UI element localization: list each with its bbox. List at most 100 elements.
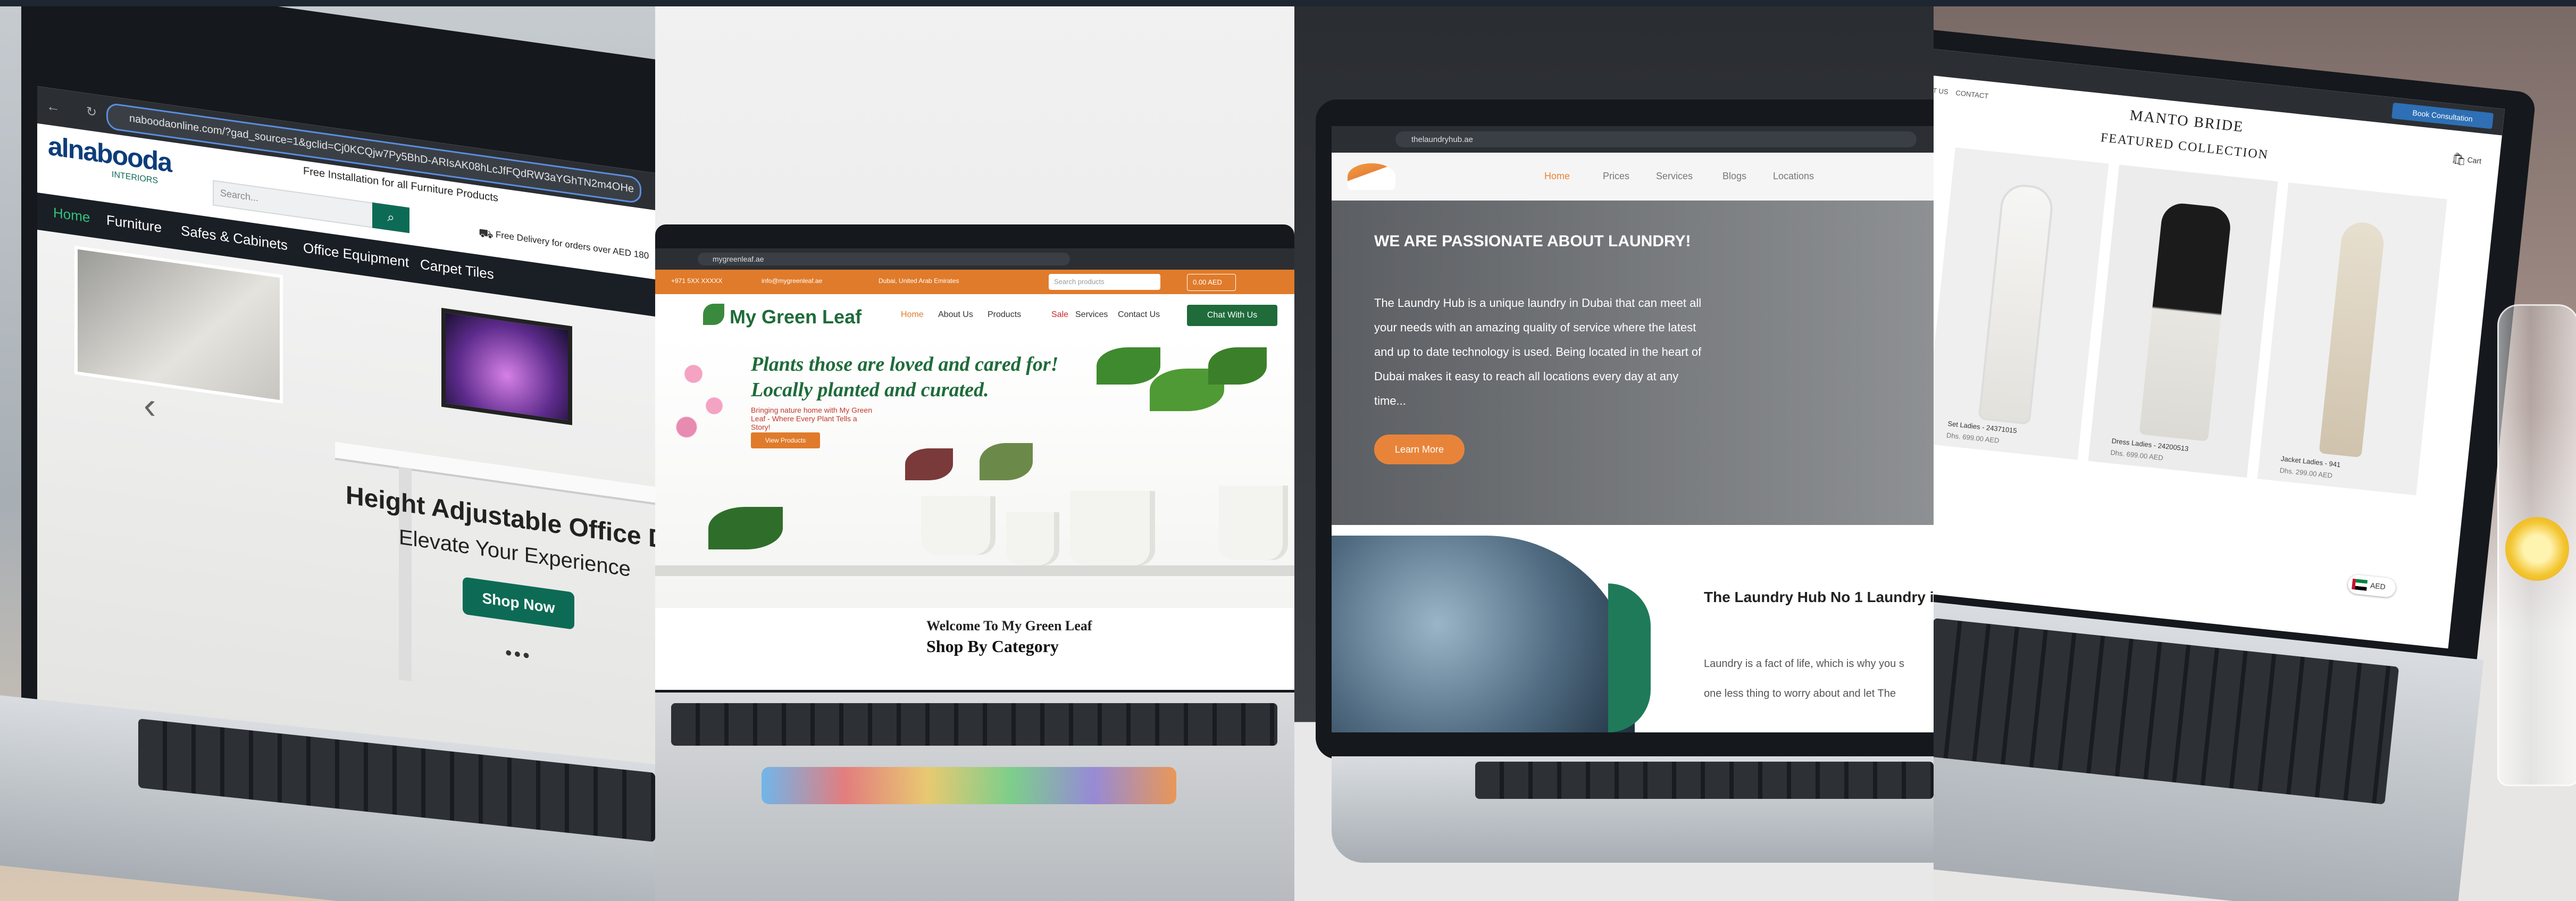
- search-placeholder: Search products: [1054, 278, 1105, 286]
- plant-pot: [1219, 486, 1288, 560]
- lemon-slice: [2505, 517, 2569, 581]
- product-price: Dhs. 299.00 AED: [2279, 466, 2333, 480]
- accent-arc: [1608, 583, 1651, 732]
- address-bar[interactable]: thelaundryhub.ae: [1395, 131, 1917, 147]
- site-header: My Green Leaf Home About Us Products Sal…: [655, 294, 1294, 337]
- book-consultation-label: Book Consultation: [2412, 108, 2473, 123]
- product-price: Dhs. 699.00 AED: [1946, 431, 2000, 445]
- panel-alnabooda: ← ↻ naboodaonline.com/?gad_source=1&gcli…: [0, 6, 655, 901]
- cart-icon[interactable]: 🛍: [2450, 152, 2467, 167]
- product-price: Dhs. 699.00 AED: [2110, 448, 2164, 462]
- flowers-decoration: [666, 342, 735, 448]
- nav-office[interactable]: Office Equipment: [303, 239, 409, 271]
- section-line-1: Laundry is a fact of life, which is why …: [1704, 658, 1904, 670]
- product-image: [2139, 201, 2232, 441]
- product-card[interactable]: Jacket Ladies - 941 Dhs. 299.00 AED: [2257, 182, 2447, 496]
- chevron-left-icon[interactable]: ‹: [144, 383, 156, 427]
- product-name: Jacket Ladies - 941: [2280, 454, 2341, 469]
- currency-label: AED: [2370, 581, 2386, 591]
- category-title: Shop By Category: [926, 637, 1059, 656]
- search-button[interactable]: ⌕: [372, 202, 409, 233]
- plant-leaf: [980, 443, 1033, 480]
- search-input[interactable]: Search products: [1049, 274, 1160, 290]
- search-icon: ⌕: [387, 210, 395, 226]
- hero-line-4: Dubai makes it easy to reach all locatio…: [1374, 370, 1679, 383]
- plant-leaf: [708, 507, 783, 549]
- cart-label[interactable]: Cart: [2467, 155, 2482, 165]
- nav-safes[interactable]: Safes & Cabinets: [181, 222, 288, 254]
- nav-furniture[interactable]: Furniture: [106, 212, 162, 236]
- cart-button[interactable]: 0.00 AED: [1187, 274, 1236, 291]
- collage: ← ↻ naboodaonline.com/?gad_source=1&gcli…: [0, 0, 2576, 901]
- product-card[interactable]: Set Ladies - 24371015 Dhs. 699.00 AED: [1934, 147, 2109, 460]
- hero-line-3: and up to date technology is used. Being…: [1374, 345, 1702, 358]
- nav-contact[interactable]: CONTACT: [1955, 89, 1989, 100]
- nav-home[interactable]: Home: [1544, 171, 1570, 182]
- top-email[interactable]: info@mygreenleaf.ae: [762, 277, 822, 285]
- product-card[interactable]: Dress Ladies - 24200513 Dhs. 699.00 AED: [2088, 164, 2278, 478]
- hero-line-2: Locally planted and curated.: [751, 379, 989, 401]
- delivery-banner: Free Delivery for orders over AED 180: [496, 229, 649, 261]
- section-title: The Laundry Hub No 1 Laundry in: [1704, 589, 1934, 605]
- nav-prices[interactable]: Prices: [1603, 171, 1629, 182]
- plant-pot: [921, 496, 996, 555]
- address-bar[interactable]: mygreenleaf.ae: [698, 253, 1070, 265]
- hero-title: WE ARE PASSIONATE ABOUT LAUNDRY!: [1374, 232, 1691, 250]
- wall-painting: [74, 245, 283, 404]
- nav-home[interactable]: Home: [901, 310, 924, 320]
- logo[interactable]: [1348, 163, 1395, 190]
- shop-now-label: Shop Now: [482, 589, 555, 616]
- shop-now-button[interactable]: Shop Now: [463, 577, 574, 630]
- nav-sale[interactable]: Sale: [1051, 310, 1068, 320]
- site-header: Home Prices Services Blogs Locations: [1332, 153, 1934, 201]
- currency-chip[interactable]: AED: [2347, 574, 2397, 598]
- hero-small: Bringing nature home with My Green Leaf …: [751, 406, 872, 431]
- plant-leaf: [1097, 347, 1160, 385]
- chat-with-us-button[interactable]: Chat With Us: [1187, 305, 1277, 326]
- panel-greenleaf: mygreenleaf.ae +971 5XX XXXXX info@mygre…: [655, 6, 1294, 901]
- brand-logo[interactable]: MANTO BRIDE: [2129, 107, 2244, 136]
- browser-screen: mygreenleaf.ae +971 5XX XXXXX info@mygre…: [655, 248, 1294, 690]
- nav-services[interactable]: Services: [1656, 171, 1693, 182]
- nav-blogs[interactable]: Blogs: [1722, 171, 1746, 182]
- nav-about[interactable]: About Us: [938, 310, 973, 320]
- browser-screen: Book Consultation JT US CONTACT MANTO BR…: [1934, 49, 2505, 649]
- shelf: [655, 565, 1294, 576]
- nav-carpet[interactable]: Carpet Tiles: [420, 256, 494, 282]
- hero-line-5: time...: [1374, 394, 1406, 407]
- browser-toolbar: thelaundryhub.ae: [1332, 126, 1934, 153]
- learn-more-button[interactable]: Learn More: [1374, 435, 1465, 464]
- service-image: [1332, 536, 1635, 732]
- nav-about[interactable]: JT US: [1934, 86, 1948, 96]
- plant-leaf: [905, 448, 953, 480]
- top-bar: +971 5XX XXXXX info@mygreenleaf.ae Dubai…: [655, 270, 1294, 294]
- carousel-dots-icon[interactable]: •••: [505, 641, 532, 668]
- hero: WE ARE PASSIONATE ABOUT LAUNDRY! The Lau…: [1332, 201, 1934, 525]
- view-products-button[interactable]: View Products: [751, 432, 820, 448]
- top-location: Dubai, United Arab Emirates: [879, 277, 959, 285]
- cart-total: 0.00 AED: [1193, 278, 1222, 286]
- search-placeholder: Search...: [220, 187, 259, 204]
- back-icon[interactable]: ←: [46, 97, 61, 115]
- panel-laundry: thelaundryhub.ae Home Prices Services Bl…: [1294, 6, 1934, 901]
- welcome-title: Welcome To My Green Leaf: [926, 618, 1092, 633]
- nav-contact[interactable]: Contact Us: [1118, 310, 1160, 320]
- hero-line-2: your needs with an amazing quality of se…: [1374, 321, 1696, 334]
- flag-icon: [2352, 578, 2368, 591]
- nav-products[interactable]: Products: [988, 310, 1021, 320]
- hero: Plants those are loved and cared for! Lo…: [655, 337, 1294, 608]
- nav-services[interactable]: Services: [1075, 310, 1108, 320]
- section-title: FEATURED COLLECTION: [2100, 130, 2270, 162]
- learn-more-label: Learn More: [1394, 444, 1444, 455]
- logo-text[interactable]: My Green Leaf: [730, 306, 862, 328]
- product-image: [2319, 220, 2386, 458]
- top-phone[interactable]: +971 5XX XXXXX: [671, 277, 722, 285]
- keyboard: [1475, 762, 1934, 799]
- nav-locations[interactable]: Locations: [1773, 171, 1814, 182]
- dock: [762, 767, 1176, 804]
- keyboard: [671, 703, 1277, 746]
- plant-leaf: [1208, 347, 1267, 385]
- reload-icon[interactable]: ↻: [84, 103, 99, 120]
- nav-home[interactable]: Home: [53, 204, 90, 226]
- url-text: mygreenleaf.ae: [713, 255, 764, 263]
